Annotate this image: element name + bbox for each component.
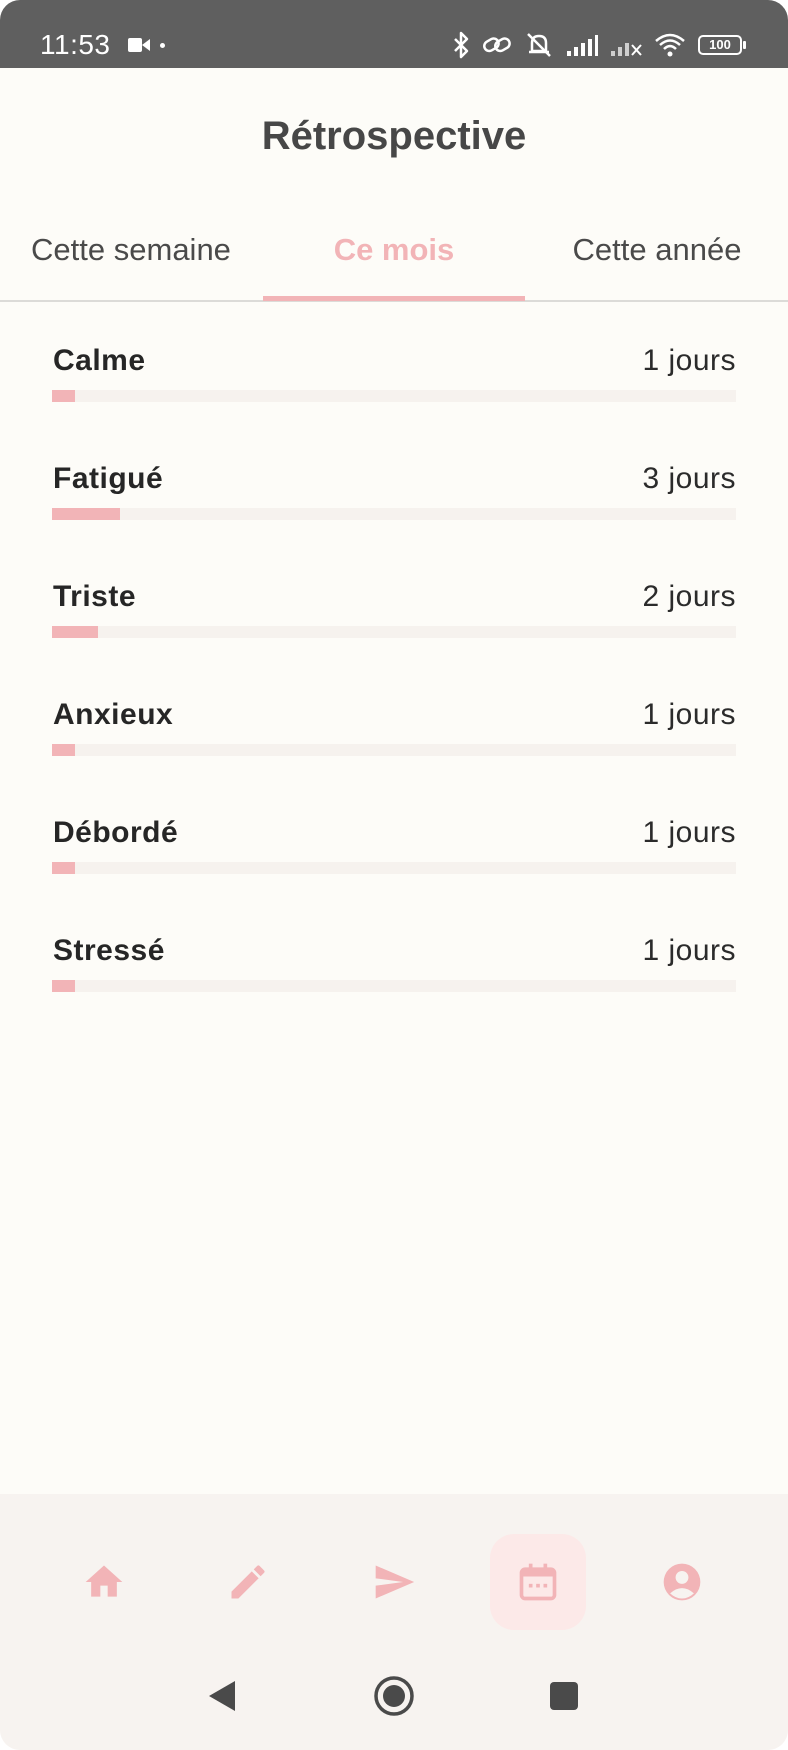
list-item: Triste 2 jours [52, 574, 736, 692]
wifi-icon [655, 33, 685, 57]
home-circle-icon [374, 1676, 414, 1716]
nav-send-button[interactable] [346, 1534, 442, 1630]
mood-list: Calme 1 jours Fatigué 3 jours Triste 2 j… [52, 338, 736, 1046]
list-item: Calme 1 jours [52, 338, 736, 456]
mood-count: 1 jours [642, 698, 736, 731]
list-item: Stressé 1 jours [52, 928, 736, 1046]
nav-calendar-button[interactable] [490, 1534, 586, 1630]
list-item: Débordé 1 jours [52, 810, 736, 928]
active-tab-indicator [263, 296, 525, 301]
mood-progress-fill [52, 508, 121, 520]
tab-this-year[interactable]: Cette année [526, 222, 788, 300]
video-camera-icon [128, 38, 150, 52]
back-triangle-icon [209, 1681, 235, 1711]
tab-this-month[interactable]: Ce mois [262, 222, 526, 300]
status-bar: 11:53 100 [0, 0, 788, 68]
period-tabs: Cette semaine Ce mois Cette année [0, 222, 788, 302]
pencil-icon [231, 1565, 265, 1599]
status-icons: 100 [452, 30, 746, 60]
mood-progress-fill [52, 744, 75, 756]
notification-dot [160, 43, 165, 48]
mood-name: Débordé [53, 816, 179, 849]
account-circle-icon [663, 1563, 701, 1601]
mood-count: 1 jours [642, 344, 736, 377]
tab-this-week[interactable]: Cette semaine [0, 222, 262, 300]
mood-progress-track [52, 980, 736, 992]
mood-count: 2 jours [642, 580, 736, 613]
muted-bell-icon [527, 33, 551, 57]
recents-square-icon [550, 1682, 578, 1710]
battery-icon: 100 [698, 35, 746, 55]
home-icon [85, 1565, 123, 1597]
mood-name: Calme [53, 344, 146, 377]
page-title: Rétrospective [261, 114, 527, 158]
mood-progress-track [52, 508, 736, 520]
mood-name: Stressé [53, 934, 165, 967]
signal-off-icon [611, 43, 642, 56]
mood-progress-track [52, 390, 736, 402]
send-icon [375, 1565, 415, 1599]
nav-home-button[interactable] [56, 1534, 152, 1630]
mood-progress-fill [52, 390, 75, 402]
mood-progress-fill [52, 862, 75, 874]
mood-progress-fill [52, 626, 98, 638]
signal-icon [567, 35, 598, 56]
mood-progress-track [52, 744, 736, 756]
mood-count: 1 jours [642, 816, 736, 849]
list-item: Anxieux 1 jours [52, 692, 736, 810]
mood-count: 1 jours [642, 934, 736, 967]
mood-count: 3 jours [642, 462, 736, 495]
system-back-button[interactable] [192, 1666, 252, 1726]
bluetooth-icon [454, 31, 469, 59]
system-home-button[interactable] [364, 1666, 424, 1726]
mood-name: Triste [53, 580, 137, 613]
mood-name: Anxieux [53, 698, 174, 731]
nav-profile-button[interactable] [634, 1534, 730, 1630]
mood-progress-fill [52, 980, 75, 992]
system-recents-button[interactable] [534, 1666, 594, 1726]
status-time: 11:53 [40, 29, 111, 60]
link-icon [483, 37, 511, 53]
mood-progress-track [52, 862, 736, 874]
mood-name: Fatigué [53, 462, 164, 495]
bottom-navigation [0, 1494, 788, 1750]
list-item: Fatigué 3 jours [52, 456, 736, 574]
calendar-icon [519, 1563, 557, 1601]
mood-progress-track [52, 626, 736, 638]
app-screen: 11:53 100 Rétrospective Cette semaine Ce… [0, 0, 788, 1750]
nav-journal-button[interactable] [200, 1534, 296, 1630]
